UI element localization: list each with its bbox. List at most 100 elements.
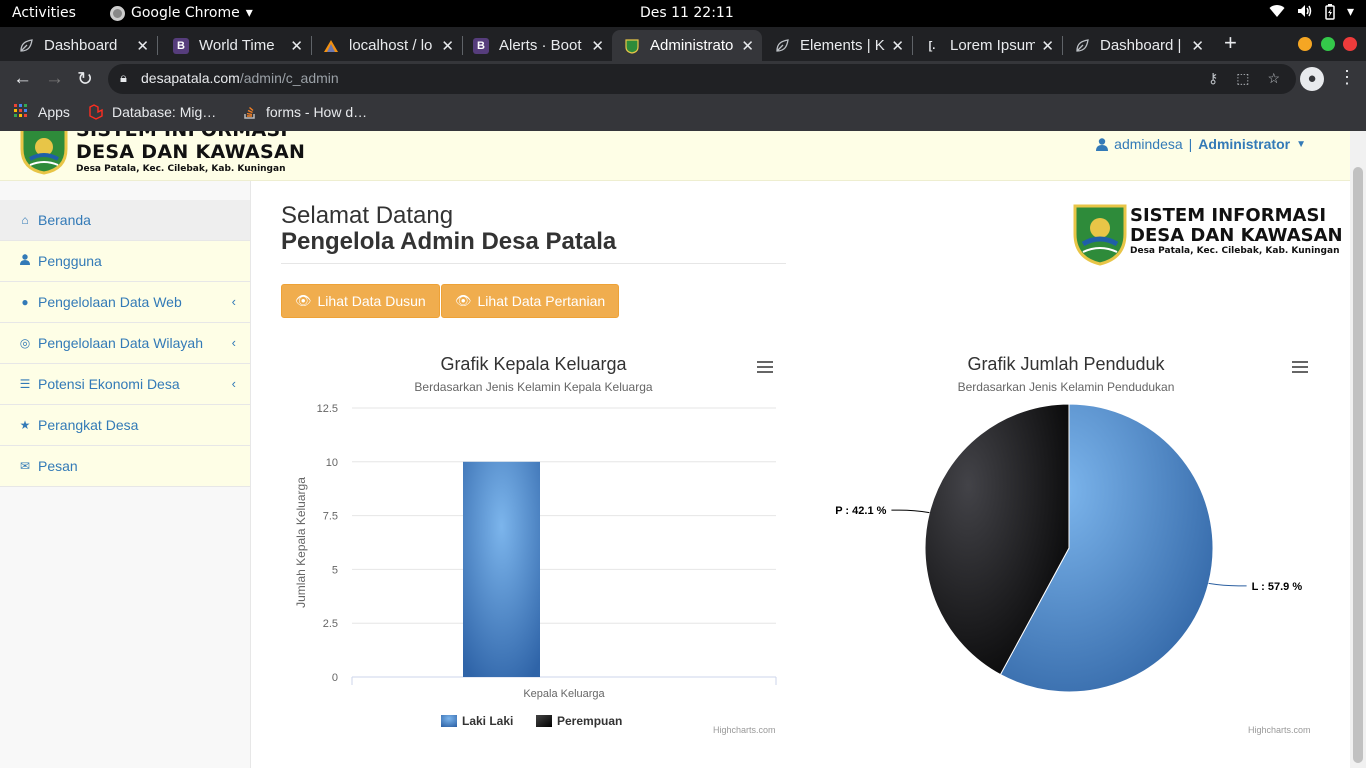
tab-active[interactable]: Administrato ✕ [612, 30, 762, 61]
sidebar-item-pesan[interactable]: ✉ Pesan [0, 446, 250, 487]
tab[interactable]: [. Lorem Ipsum ✕ [912, 30, 1062, 61]
pie-chart-svg: L : 57.9 % P : 42.1 % [835, 403, 1303, 693]
chart-credits[interactable]: Highcharts.com [1248, 725, 1311, 735]
village-seal-logo-icon [20, 131, 68, 175]
tab[interactable]: B World Time ✕ [155, 30, 311, 61]
tab[interactable]: B Alerts · Boot ✕ [455, 30, 612, 61]
close-icon[interactable]: ✕ [290, 37, 303, 55]
y-tick-label: 5 [332, 564, 338, 576]
pie-data-label: P : 42.1 % [835, 505, 886, 517]
globe-icon: ● [21, 295, 29, 309]
bookmark-database[interactable]: Database: Mig… [88, 104, 216, 120]
clock[interactable]: Des 11 22:11 [640, 5, 734, 21]
url-text: desapatala.com/admin/c_admin [141, 70, 339, 86]
chart-title: Grafik Jumlah Penduduk [967, 354, 1165, 374]
sidebar-item-pengguna[interactable]: Pengguna [0, 241, 250, 282]
logo-line1: SISTEM INFORMASI [1130, 205, 1327, 226]
address-bar[interactable]: 🔒︎ desapatala.com/admin/c_admin ⚷ ⬚ ☆ [108, 64, 1296, 94]
y-tick-label: 2.5 [323, 618, 338, 630]
wifi-icon [1269, 4, 1285, 24]
profile-avatar-icon[interactable]: ● [1300, 67, 1324, 91]
bookmark-forms[interactable]: forms - How d… [242, 104, 367, 120]
sidebar-item-perangkat-desa[interactable]: ★ Perangkat Desa [0, 405, 250, 446]
laravel-icon [88, 104, 104, 120]
leaf-icon [18, 38, 34, 54]
system-tray[interactable]: ▾ [1269, 4, 1354, 24]
pie-connector [891, 509, 930, 514]
forward-arrow-icon[interactable]: → [45, 68, 64, 90]
sidebar-item-label: Pengelolaan Data Web [38, 294, 182, 310]
bookmark-apps[interactable]: Apps [14, 104, 70, 120]
browser-toolbar: ← → ↻ 🔒︎ desapatala.com/admin/c_admin ⚷ … [0, 61, 1366, 97]
logo-line3: Desa Patala, Kec. Cilebak, Kab. Kuningan [1130, 246, 1340, 256]
sidebar-item-beranda[interactable]: ⌂ Beranda [0, 200, 250, 241]
star-bookmark-icon[interactable]: ☆ [1267, 70, 1280, 87]
activities-button[interactable]: Activities [12, 5, 76, 21]
key-icon[interactable]: ⚷ [1208, 70, 1218, 87]
web-page: SISTEM INFORMASI DESA DAN KAWASAN Desa P… [0, 131, 1366, 768]
caret-down-icon: ▼ [1296, 138, 1306, 150]
legend-label: Laki Laki [462, 714, 513, 728]
lihat-data-dusun-button[interactable]: 👁︎ Lihat Data Dusun [281, 284, 440, 318]
volume-icon [1297, 4, 1313, 24]
maximize-button[interactable] [1321, 37, 1335, 51]
stackoverflow-icon [242, 104, 258, 120]
translate-icon[interactable]: ⬚ [1236, 70, 1249, 87]
lihat-data-pertanian-button[interactable]: 👁︎ Lihat Data Pertanian [441, 284, 620, 318]
bar-laki-laki [463, 461, 540, 677]
url-host: desapatala.com [141, 70, 240, 86]
close-icon[interactable]: ✕ [891, 37, 904, 55]
sidebar-item-label: Perangkat Desa [38, 417, 139, 433]
bootstrap-b-icon: B [173, 37, 189, 54]
sidebar-item-label: Pengelolaan Data Wilayah [38, 335, 203, 351]
chart-credits[interactable]: Highcharts.com [713, 725, 776, 735]
reload-icon[interactable]: ↻ [77, 68, 93, 91]
bookmark-label: Apps [38, 104, 70, 120]
lock-icon: 🔒︎ [120, 70, 127, 85]
close-icon[interactable]: ✕ [591, 37, 604, 55]
user-separator: | [1188, 136, 1193, 152]
pie-chart-jumlah-penduduk: Grafik Jumlah Penduduk Berdasarkan Jenis… [811, 341, 1321, 741]
sidebar-item-potensi-ekonomi-desa[interactable]: ☰ Potensi Ekonomi Desa ‹ [0, 364, 250, 405]
sidebar-item-pengelolaan-data-wilayah[interactable]: ◎ Pengelolaan Data Wilayah ‹ [0, 323, 250, 364]
close-icon[interactable]: ✕ [441, 37, 454, 55]
back-arrow-icon[interactable]: ← [13, 68, 32, 90]
logo-line2: DESA DAN KAWASAN [76, 141, 306, 163]
bookmark-label: Database: Mig… [112, 104, 217, 120]
compass-icon: ◎ [19, 336, 31, 350]
bootstrap-b-icon: B [473, 37, 489, 54]
new-tab-button[interactable]: + [1224, 30, 1237, 56]
close-icon[interactable]: ✕ [136, 37, 149, 55]
page-scrollbar[interactable] [1350, 131, 1366, 768]
welcome-heading: Selamat Datang [281, 202, 454, 229]
app-menu[interactable]: Google Chrome ▾ [110, 5, 253, 21]
minimize-button[interactable] [1298, 37, 1312, 51]
scrollbar-thumb[interactable] [1353, 167, 1363, 763]
tab-title: Elements | Ki [800, 37, 886, 54]
close-icon[interactable]: ✕ [741, 37, 754, 55]
tab[interactable]: localhost / lo ✕ [305, 30, 462, 61]
tab[interactable]: Dashboard ✕ [0, 30, 157, 61]
sidebar-item-pengelolaan-data-web[interactable]: ● Pengelolaan Data Web ‹ [0, 282, 250, 323]
chevron-left-icon: ‹ [231, 335, 236, 350]
close-window-button[interactable] [1343, 37, 1357, 51]
close-icon[interactable]: ✕ [1041, 37, 1054, 55]
apps-grid-icon [14, 104, 30, 120]
tab[interactable]: Dashboard | ✕ [1062, 30, 1212, 61]
welcome-subheading: Pengelola Admin Desa Patala [281, 228, 617, 255]
tab-title: Dashboard | [1100, 37, 1182, 54]
tab-title: Alerts · Boot [499, 37, 582, 54]
leaf-icon [1074, 38, 1090, 54]
chevron-left-icon: ‹ [231, 294, 236, 309]
tab[interactable]: Elements | Ki ✕ [762, 30, 912, 61]
close-icon[interactable]: ✕ [1191, 37, 1204, 55]
button-label: Lihat Data Dusun [317, 293, 426, 309]
tab-title: World Time [199, 37, 275, 54]
legend-label: Perempuan [557, 714, 622, 728]
user-menu[interactable]: admindesa | Administrator ▼ [1096, 136, 1306, 152]
user-role: Administrator [1198, 136, 1291, 152]
pie-data-label: L : 57.9 % [1252, 581, 1303, 593]
tab-strip: Dashboard ✕ B World Time ✕ localhost / l… [0, 27, 1366, 61]
chart-menu-icon[interactable] [1292, 361, 1308, 376]
kebab-menu-icon[interactable]: ⋮ [1338, 67, 1356, 88]
